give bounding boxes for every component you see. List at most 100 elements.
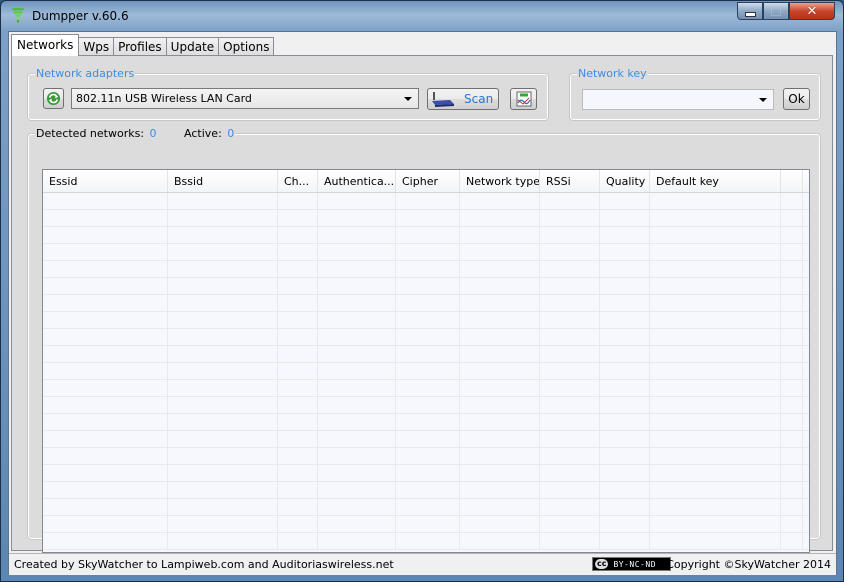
table-cell: [168, 329, 278, 345]
table-cell: [460, 465, 540, 481]
table-cell: [650, 278, 781, 294]
table-cell: [278, 210, 318, 226]
table-cell: [43, 397, 168, 413]
network-key-select[interactable]: [582, 89, 774, 110]
table-cell: [650, 227, 781, 243]
table-cell: [278, 244, 318, 260]
tab-profiles[interactable]: Profiles: [113, 37, 167, 56]
table-cell: [781, 499, 803, 515]
table-cell: [168, 431, 278, 447]
table-cell: [43, 363, 168, 379]
close-button[interactable]: ✕: [789, 2, 835, 20]
table-cell: [460, 329, 540, 345]
column-header[interactable]: Authentica...: [318, 170, 396, 192]
table-cell: [396, 278, 460, 294]
table-cell: [600, 431, 650, 447]
column-header[interactable]: Essid: [43, 170, 168, 192]
minimize-button[interactable]: [737, 2, 763, 20]
table-cell: [168, 278, 278, 294]
adapter-select[interactable]: 802.11n USB Wireless LAN Card: [71, 88, 419, 109]
column-header[interactable]: Default key: [650, 170, 781, 192]
table-cell: [168, 533, 278, 549]
table-cell: [396, 295, 460, 311]
table-row: [43, 210, 809, 227]
table-cell: [318, 244, 396, 260]
tab-options[interactable]: Options: [218, 37, 275, 56]
table-cell: [278, 346, 318, 362]
table-cell: [460, 482, 540, 498]
table-cell: [540, 278, 600, 294]
table-cell: [460, 193, 540, 209]
tab-networks[interactable]: Networks: [11, 34, 80, 56]
table-cell: [43, 533, 168, 549]
network-adapters-label: Network adapters: [35, 67, 136, 80]
table-cell: [650, 482, 781, 498]
table-row: [43, 227, 809, 244]
column-header[interactable]: Bssid: [168, 170, 278, 192]
table-cell: [600, 465, 650, 481]
table-cell: [168, 499, 278, 515]
table-cell: [600, 380, 650, 396]
scan-button[interactable]: Scan: [427, 88, 499, 110]
table-cell: [43, 499, 168, 515]
table-cell: [278, 312, 318, 328]
refresh-adapters-button[interactable]: [43, 88, 64, 109]
table-cell: [650, 499, 781, 515]
table-cell: [396, 329, 460, 345]
networks-table[interactable]: Essid Bssid Ch... Authentica... Cipher Networ…: [42, 169, 810, 553]
cc-license-badge[interactable]: cc BY-NC-ND: [592, 557, 671, 571]
monitor-chart-icon: [516, 91, 531, 107]
table-cell: [540, 244, 600, 260]
table-cell: [168, 448, 278, 464]
table-cell: [43, 210, 168, 226]
table-cell: [650, 346, 781, 362]
status-bar: Created by SkyWatcher to Lampiweb.com an…: [9, 553, 836, 575]
maximize-button[interactable]: [763, 2, 789, 20]
table-cell: [460, 210, 540, 226]
table-cell: [650, 516, 781, 532]
tab-wps[interactable]: Wps: [78, 37, 115, 56]
table-cell: [318, 414, 396, 430]
table-cell: [781, 414, 803, 430]
title-bar[interactable]: Dumpper v.60.6 ✕: [1, 1, 843, 31]
column-header[interactable]: RSSi: [540, 170, 600, 192]
column-header[interactable]: Cipher: [396, 170, 460, 192]
table-cell: [318, 295, 396, 311]
table-row: [43, 380, 809, 397]
column-header[interactable]: Quality: [600, 170, 650, 192]
table-cell: [781, 295, 803, 311]
table-cell: [318, 363, 396, 379]
table-cell: [540, 210, 600, 226]
table-cell: [540, 414, 600, 430]
tab-update[interactable]: Update: [165, 37, 220, 56]
table-cell: [600, 533, 650, 549]
table-cell: [781, 329, 803, 345]
table-cell: [650, 431, 781, 447]
table-cell: [318, 210, 396, 226]
app-window: Dumpper v.60.6 ✕ Networks Wps Profiles U…: [0, 0, 844, 582]
table-cell: [396, 516, 460, 532]
table-cell: [460, 499, 540, 515]
table-cell: [540, 193, 600, 209]
table-cell: [168, 346, 278, 362]
network-key-group: Network key Ok: [569, 67, 821, 121]
cc-license-icon: cc: [595, 559, 609, 569]
table-cell: [168, 363, 278, 379]
monitor-button[interactable]: [510, 88, 537, 110]
table-cell: [396, 346, 460, 362]
table-cell: [396, 210, 460, 226]
table-cell: [781, 244, 803, 260]
column-header[interactable]: Ch...: [278, 170, 318, 192]
table-cell: [43, 414, 168, 430]
table-cell: [460, 261, 540, 277]
column-header[interactable]: Network type: [460, 170, 540, 192]
table-cell: [600, 261, 650, 277]
ok-button[interactable]: Ok: [783, 88, 810, 110]
table-cell: [781, 346, 803, 362]
table-cell: [168, 295, 278, 311]
table-cell: [318, 346, 396, 362]
table-cell: [460, 431, 540, 447]
table-cell: [781, 431, 803, 447]
table-cell: [43, 329, 168, 345]
table-cell: [781, 533, 803, 549]
